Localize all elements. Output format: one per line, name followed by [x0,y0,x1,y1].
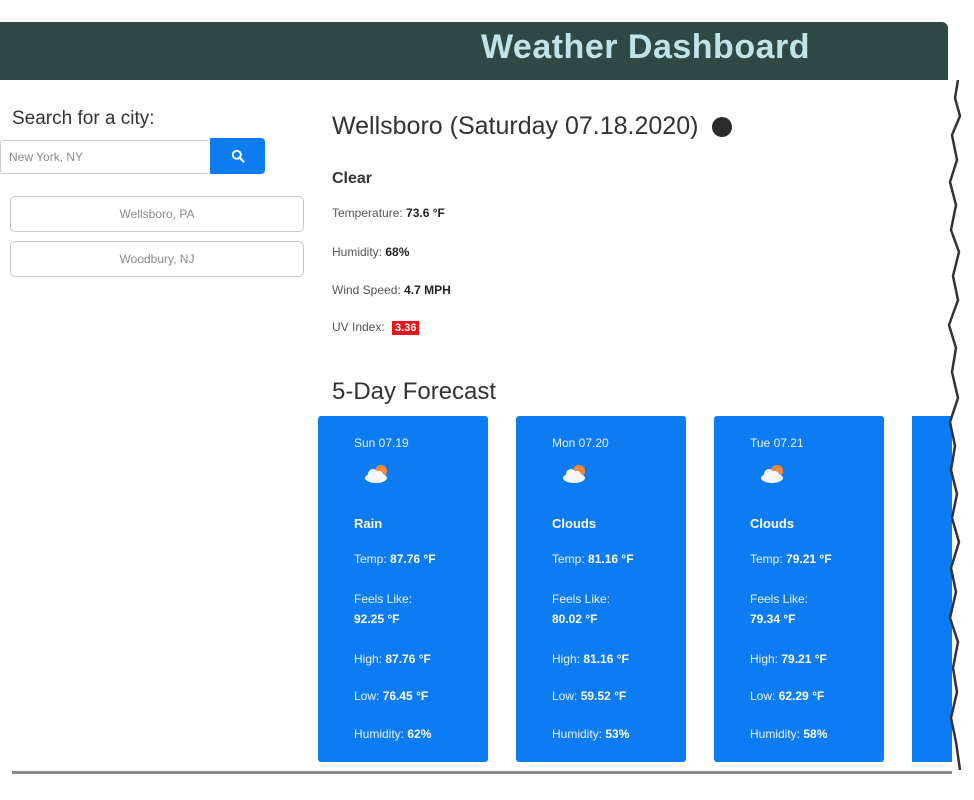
forecast-heading: 5-Day Forecast [332,378,497,405]
low-label: Low: [750,689,776,703]
low-value: 62.29 °F [778,689,825,703]
forecast-humidity: Humidity: 53% [552,727,629,741]
cloudy-sun-icon [563,465,585,483]
search-button[interactable] [210,138,265,174]
forecast-high: High: 87.76 °F [354,652,431,666]
forecast-temp: Temp: 79.21 °F [750,552,832,566]
uv-label: UV Index: [332,320,385,334]
forecast-card: Tue 07.21 Clouds Temp: 79.21 °F Feels Li… [714,416,884,762]
forecast-feels: 80.02 °F [552,612,598,626]
temp-value: 81.16 °F [588,552,634,566]
forecast-high: High: 81.16 °F [552,652,629,666]
wind-label: Wind Speed: [332,283,401,297]
app-window: Weather Dashboard Search for a city: Wel… [0,0,974,800]
temp-value: 79.21 °F [786,552,832,566]
temp-label: Temp: [354,552,387,566]
forecast-humidity: Humidity: 62% [354,727,431,741]
forecast-date: Mon 07.20 [552,436,609,450]
history-button[interactable]: Woodbury, NJ [10,241,304,277]
forecast-card: Mon 07.20 Clouds Temp: 81.16 °F Feels Li… [516,416,686,762]
forecast-condition: Clouds [552,516,597,531]
high-value: 87.76 °F [385,652,431,666]
history-button[interactable]: Wellsboro, PA [10,196,304,232]
forecast-card: Sun 07.19 Rain Temp: 87.76 °F Feels Like… [318,416,488,762]
humidity-label: Humidity: [354,727,405,741]
bottom-divider [12,771,952,774]
high-label: High: [354,652,383,666]
temp-label: Temp: [750,552,783,566]
humidity-value: 53% [605,727,630,741]
current-city-heading: Wellsboro (Saturday 07.18.2020) [332,112,733,141]
search-input[interactable] [0,140,208,174]
torn-edge-decoration [947,80,974,770]
forecast-feels: 79.34 °F [750,612,796,626]
current-humidity: Humidity: 68% [332,245,409,259]
forecast-feels: 92.25 °F [354,612,400,626]
low-label: Low: [552,689,578,703]
current-wind: Wind Speed: 4.7 MPH [332,283,451,297]
high-label: High: [750,652,779,666]
forecast-feels-label: Feels Like: [552,592,611,606]
high-value: 79.21 °F [781,652,827,666]
search-icon [231,149,245,163]
forecast-feels-label: Feels Like: [354,592,413,606]
forecast-temp: Temp: 87.76 °F [354,552,436,566]
humidity-label: Humidity: [332,245,383,259]
forecast-temp: Temp: 81.16 °F [552,552,634,566]
humidity-label: Humidity: [552,727,603,741]
uv-badge: 3.36 [392,321,420,335]
forecast-condition: Rain [354,516,383,531]
forecast-date: Sun 07.19 [354,436,409,450]
forecast-date: Tue 07.21 [750,436,804,450]
forecast-high: High: 79.21 °F [750,652,827,666]
temperature-value: 73.6 °F [406,206,445,220]
humidity-value: 58% [803,727,828,741]
feels-value: 80.02 °F [552,612,598,626]
low-value: 59.52 °F [580,689,627,703]
current-condition: Clear [332,170,373,187]
feels-value: 92.25 °F [354,612,400,626]
forecast-condition: Clouds [750,516,795,531]
temp-value: 87.76 °F [390,552,436,566]
condition-icon [712,116,733,137]
cloudy-sun-icon [761,465,783,483]
temp-label: Temp: [552,552,585,566]
cloudy-sun-icon [365,465,387,483]
low-value: 76.45 °F [382,689,429,703]
forecast-low: Low: 59.52 °F [552,689,626,703]
low-label: Low: [354,689,380,703]
temperature-label: Temperature: [332,206,403,220]
humidity-label: Humidity: [750,727,801,741]
high-value: 81.16 °F [583,652,629,666]
high-label: High: [552,652,581,666]
forecast-humidity: Humidity: 58% [750,727,827,741]
forecast-low: Low: 62.29 °F [750,689,824,703]
current-city-title: Wellsboro (Saturday 07.18.2020) [332,112,699,140]
search-label: Search for a city: [12,108,155,129]
current-uv: UV Index: 3.36 [332,320,420,335]
current-temperature: Temperature: 73.6 °F [332,206,445,220]
humidity-value: 68% [385,245,410,259]
page-title: Weather Dashboard [480,28,810,66]
wind-value: 4.7 MPH [404,283,451,297]
feels-value: 79.34 °F [750,612,796,626]
forecast-low: Low: 76.45 °F [354,689,428,703]
forecast-feels-label: Feels Like: [750,592,809,606]
header-bar: Weather Dashboard [0,22,948,80]
humidity-value: 62% [407,727,432,741]
